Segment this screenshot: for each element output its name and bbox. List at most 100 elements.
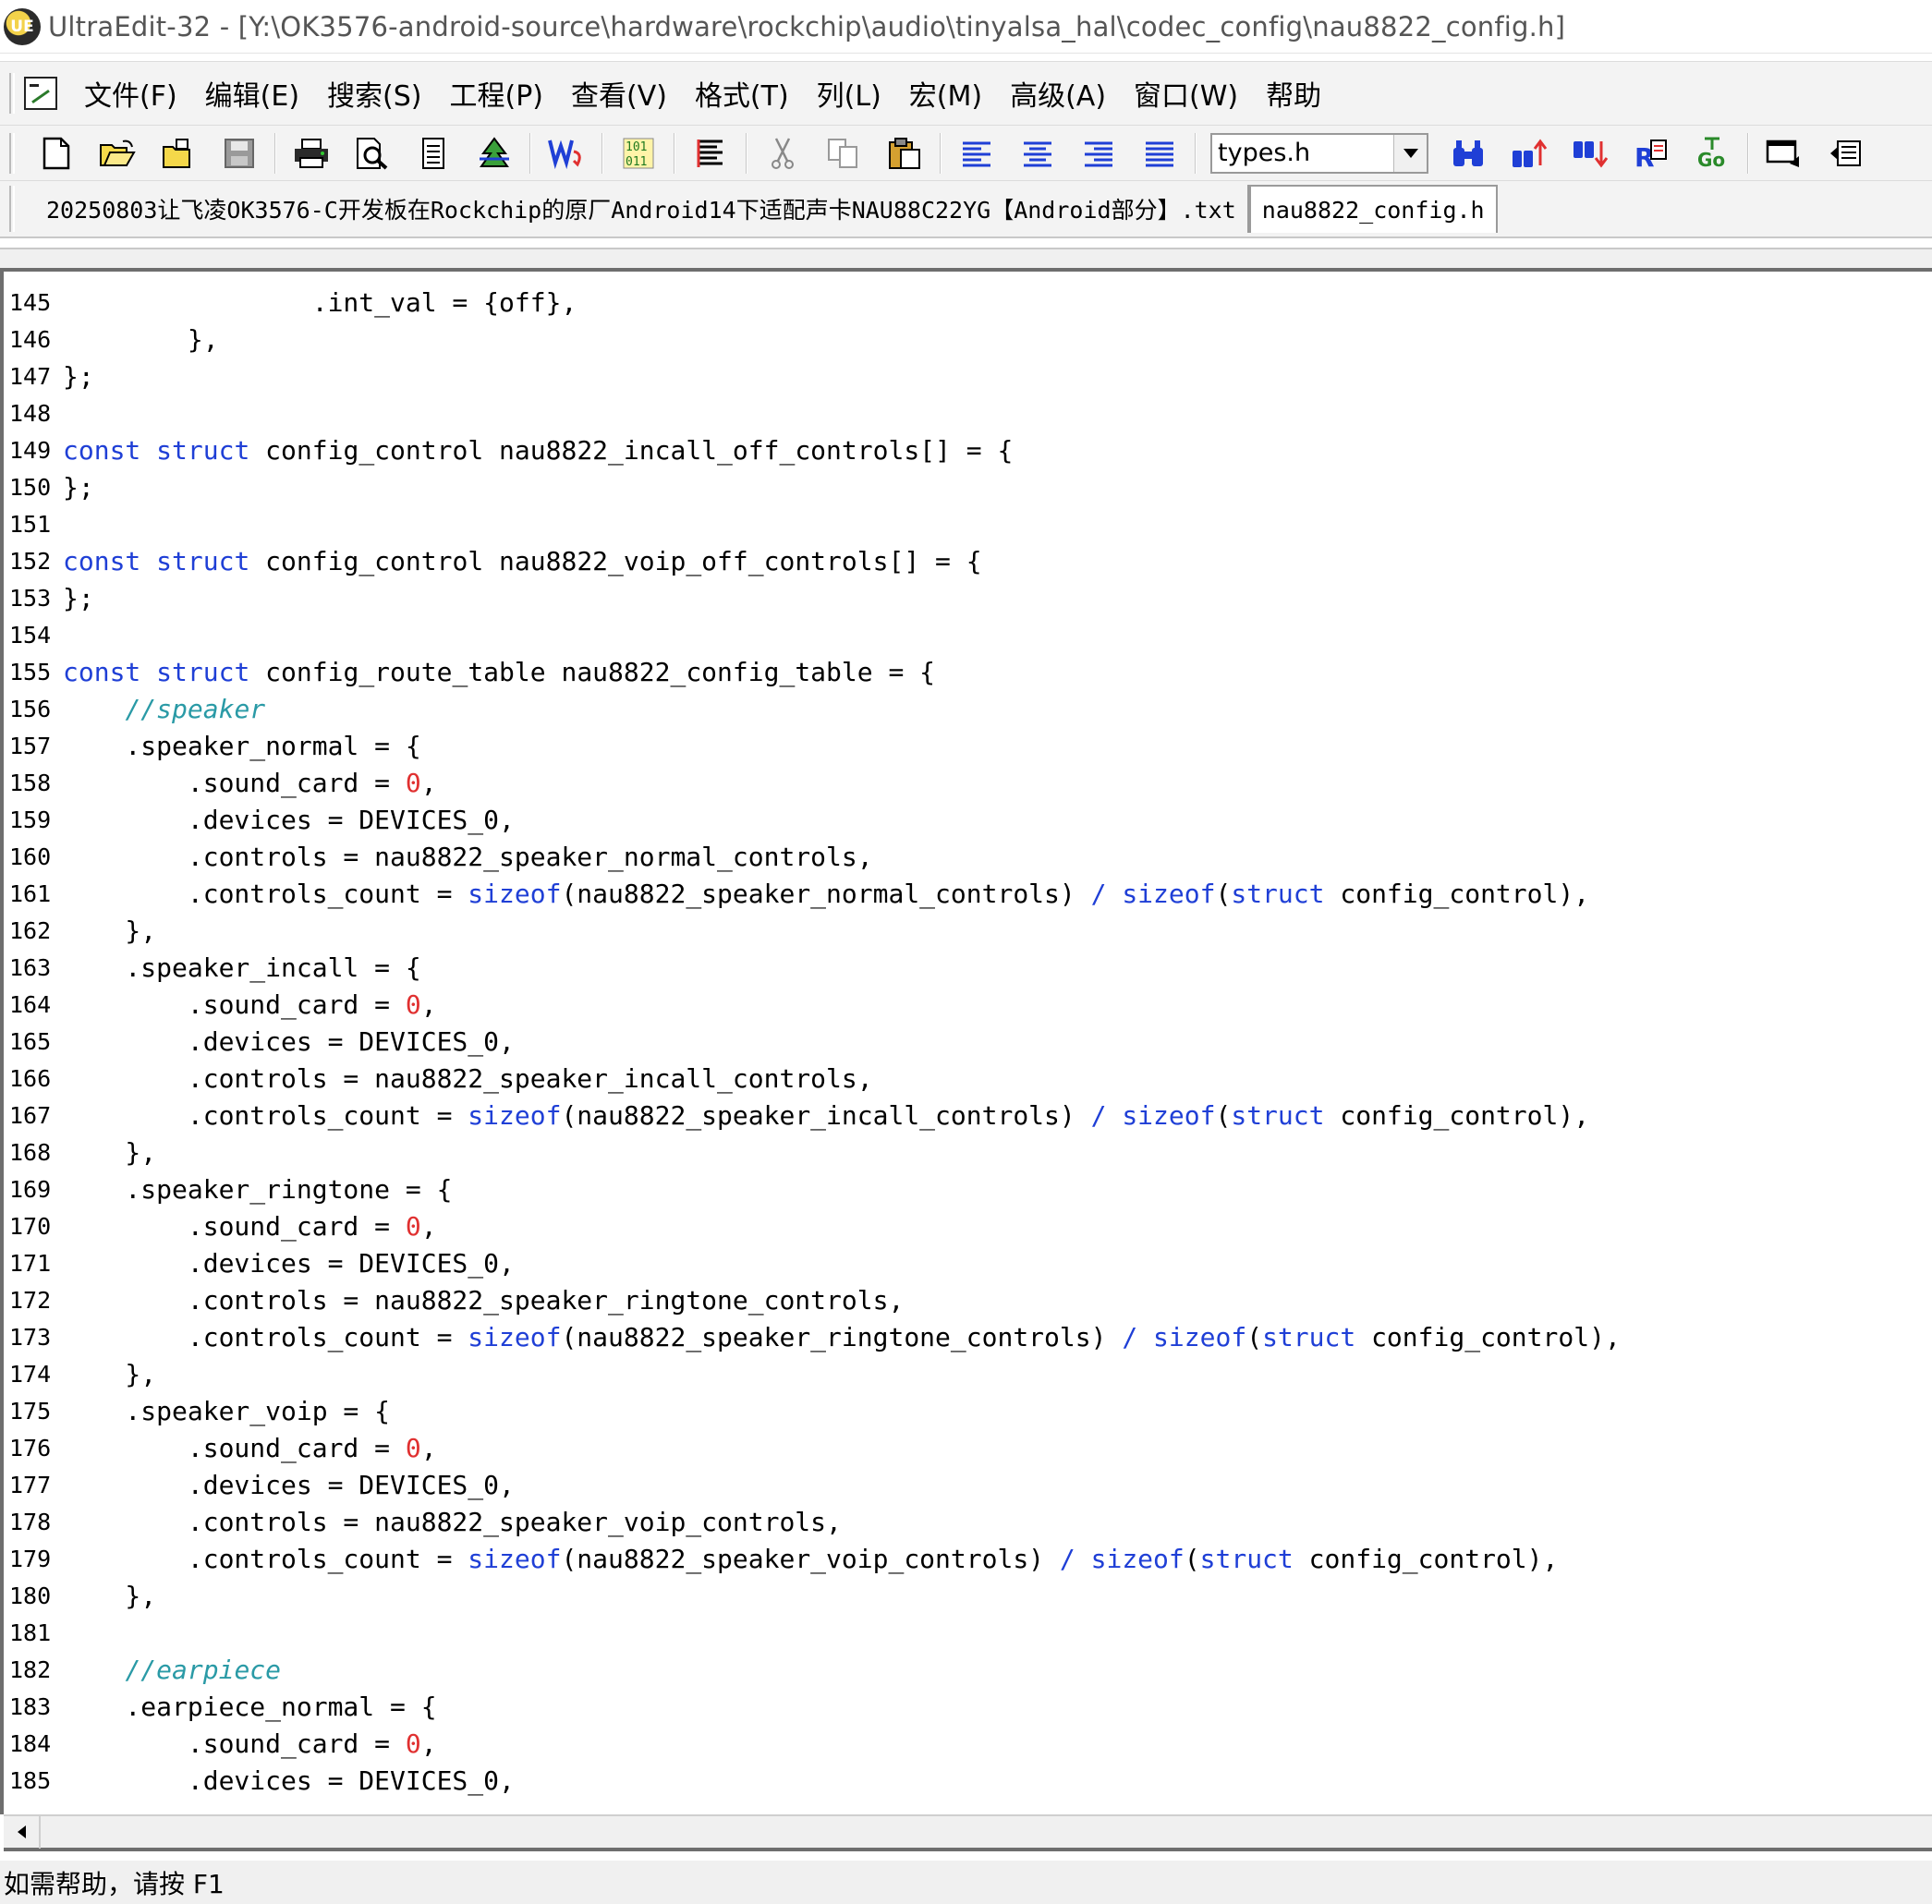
column-mode-button[interactable] (688, 131, 733, 176)
code-line[interactable]: 162 }, (4, 913, 1932, 950)
code-line[interactable]: 148 (4, 395, 1932, 432)
open-file-button[interactable] (95, 131, 140, 176)
menu-item[interactable]: 格式(T) (681, 73, 803, 114)
scroll-left-button[interactable] (4, 1815, 41, 1849)
code-line[interactable]: 185 .devices = DEVICES_0, (4, 1763, 1932, 1800)
code-line[interactable]: 168 }, (4, 1134, 1932, 1171)
code-line[interactable]: 161 .controls_count = sizeof(nau8822_spe… (4, 876, 1932, 913)
copy-button[interactable] (821, 131, 866, 176)
code-line[interactable]: 166 .controls = nau8822_speaker_incall_c… (4, 1061, 1932, 1098)
network-tree-icon (480, 136, 509, 167)
menu-item[interactable]: 查看(V) (557, 73, 681, 114)
menu-item[interactable]: 高级(A) (996, 73, 1120, 114)
code-line[interactable]: 157 .speaker_normal = { (4, 728, 1932, 765)
menu-item[interactable]: 文件(F) (70, 73, 191, 114)
code-line[interactable]: 155 const struct config_route_table nau88… (4, 654, 1932, 691)
line-number: 149 (9, 437, 52, 464)
menu-item[interactable]: 编辑(E) (191, 73, 313, 114)
menu-item[interactable]: 搜索(S) (313, 73, 435, 114)
code-line[interactable]: 174 }, (4, 1356, 1932, 1393)
menu-item[interactable]: 列(L) (803, 73, 895, 114)
window-list-button[interactable] (1762, 131, 1806, 176)
ftp-button[interactable] (472, 131, 516, 176)
align-center-button[interactable] (1015, 131, 1060, 176)
code-line[interactable]: 178 .controls = nau8822_speaker_voip_con… (4, 1504, 1932, 1541)
find-button[interactable] (1446, 131, 1490, 176)
code-line[interactable]: 176 .sound_card = 0, (4, 1430, 1932, 1467)
replace-icon: R (1634, 139, 1667, 170)
code-line[interactable]: 167 .controls_count = sizeof(nau8822_spe… (4, 1098, 1932, 1134)
paste-clipboard-icon (889, 137, 920, 169)
menu-item[interactable]: 工程(P) (436, 73, 558, 114)
search-combo[interactable]: types.h (1210, 132, 1428, 174)
code-line[interactable]: 150}; (4, 469, 1932, 506)
code-line[interactable]: 173 .controls_count = sizeof(nau8822_spe… (4, 1319, 1932, 1356)
code-text: //speaker (125, 694, 266, 724)
code-editor[interactable]: 145 .int_val = {off}, 146 }, 147}; 148 149 co… (0, 272, 1932, 1814)
toolbar-grip[interactable] (9, 132, 15, 174)
align-left-button[interactable] (954, 131, 999, 176)
code-line[interactable]: 146 }, (4, 321, 1932, 358)
menu-item[interactable]: 帮助 (1252, 73, 1335, 114)
horizontal-scrollbar[interactable] (4, 1814, 1932, 1851)
align-right-button[interactable] (1076, 131, 1121, 176)
code-line[interactable]: 183 .earpiece_normal = { (4, 1689, 1932, 1726)
code-line[interactable]: 145 .int_val = {off}, (4, 285, 1932, 321)
code-line[interactable]: 165 .devices = DEVICES_0, (4, 1024, 1932, 1061)
paste-button[interactable] (882, 131, 927, 176)
code-line[interactable]: 158 .sound_card = 0, (4, 765, 1932, 802)
code-line[interactable]: 153}; (4, 580, 1932, 617)
print-preview-button[interactable] (350, 131, 395, 176)
tab-nau8822-config-h[interactable]: nau8822_config.h (1248, 185, 1498, 233)
code-line[interactable]: 164 .sound_card = 0, (4, 987, 1932, 1024)
print-button[interactable] (289, 131, 334, 176)
ultraedit-logo-icon[interactable]: UE (4, 7, 41, 45)
cut-button[interactable] (760, 131, 805, 176)
page-setup-button[interactable] (411, 131, 456, 176)
word-wrap-button[interactable] (544, 131, 589, 176)
menu-grip[interactable] (9, 73, 15, 114)
find-prev-button[interactable] (1507, 131, 1551, 176)
code-line[interactable]: 169 .speaker_ringtone = { (4, 1171, 1932, 1208)
code-line[interactable]: 159 .devices = DEVICES_0, (4, 802, 1932, 839)
code-line[interactable]: 149 const struct config_control nau8822_i… (4, 432, 1932, 469)
document-menu-icon[interactable] (24, 77, 57, 110)
code-line[interactable]: 171 .devices = DEVICES_0, (4, 1245, 1932, 1282)
toolbar-separator (601, 132, 603, 174)
code-line[interactable]: 163 .speaker_incall = { (4, 950, 1932, 987)
code-line[interactable]: 170 .sound_card = 0, (4, 1208, 1932, 1245)
code-line[interactable]: 177 .devices = DEVICES_0, (4, 1467, 1932, 1504)
goto-button[interactable]: Go (1690, 131, 1734, 176)
code-line[interactable]: 179 .controls_count = sizeof(nau8822_spe… (4, 1541, 1932, 1578)
code-line[interactable]: 152 const struct config_control nau8822_v… (4, 543, 1932, 580)
code-line[interactable]: 154 (4, 617, 1932, 654)
align-left-icon (963, 141, 990, 166)
code-line[interactable]: 175 .speaker_voip = { (4, 1393, 1932, 1430)
save-button[interactable] (217, 131, 261, 176)
replace-button[interactable]: R (1629, 131, 1673, 176)
close-file-button[interactable] (156, 131, 200, 176)
tab-notes-txt[interactable]: 20250803让飞凌OK3576-C开发板在Rockchip的原厂Androi… (35, 185, 1249, 233)
code-line[interactable]: 181 (4, 1615, 1932, 1652)
code-text: .controls_count = sizeof(nau8822_speaker… (63, 1322, 1621, 1352)
find-next-button[interactable] (1568, 131, 1612, 176)
tab-grip[interactable] (9, 186, 15, 232)
hex-edit-button[interactable]: 101 011 (616, 131, 661, 176)
menu-item[interactable]: 宏(M) (895, 73, 996, 114)
function-list-button[interactable] (1823, 131, 1867, 176)
code-line[interactable]: 182 //earpiece (4, 1652, 1932, 1689)
code-line[interactable]: 180 }, (4, 1578, 1932, 1615)
code-line[interactable]: 151 (4, 506, 1932, 543)
code-line[interactable]: 184 .sound_card = 0, (4, 1726, 1932, 1763)
code-line[interactable]: 172 .controls = nau8822_speaker_ringtone… (4, 1282, 1932, 1319)
code-line[interactable]: 147}; (4, 358, 1932, 395)
menu-item[interactable]: 窗口(W) (1120, 73, 1252, 114)
code-line[interactable]: 156 //speaker (4, 691, 1932, 728)
new-file-button[interactable] (34, 131, 79, 176)
code-line[interactable]: 160 .controls = nau8822_speaker_normal_c… (4, 839, 1932, 876)
line-number: 156 (9, 696, 52, 722)
chevron-down-icon[interactable] (1393, 134, 1427, 172)
code-text: }, (63, 1581, 157, 1611)
code-text: }, (63, 916, 157, 946)
justify-button[interactable] (1137, 131, 1182, 176)
